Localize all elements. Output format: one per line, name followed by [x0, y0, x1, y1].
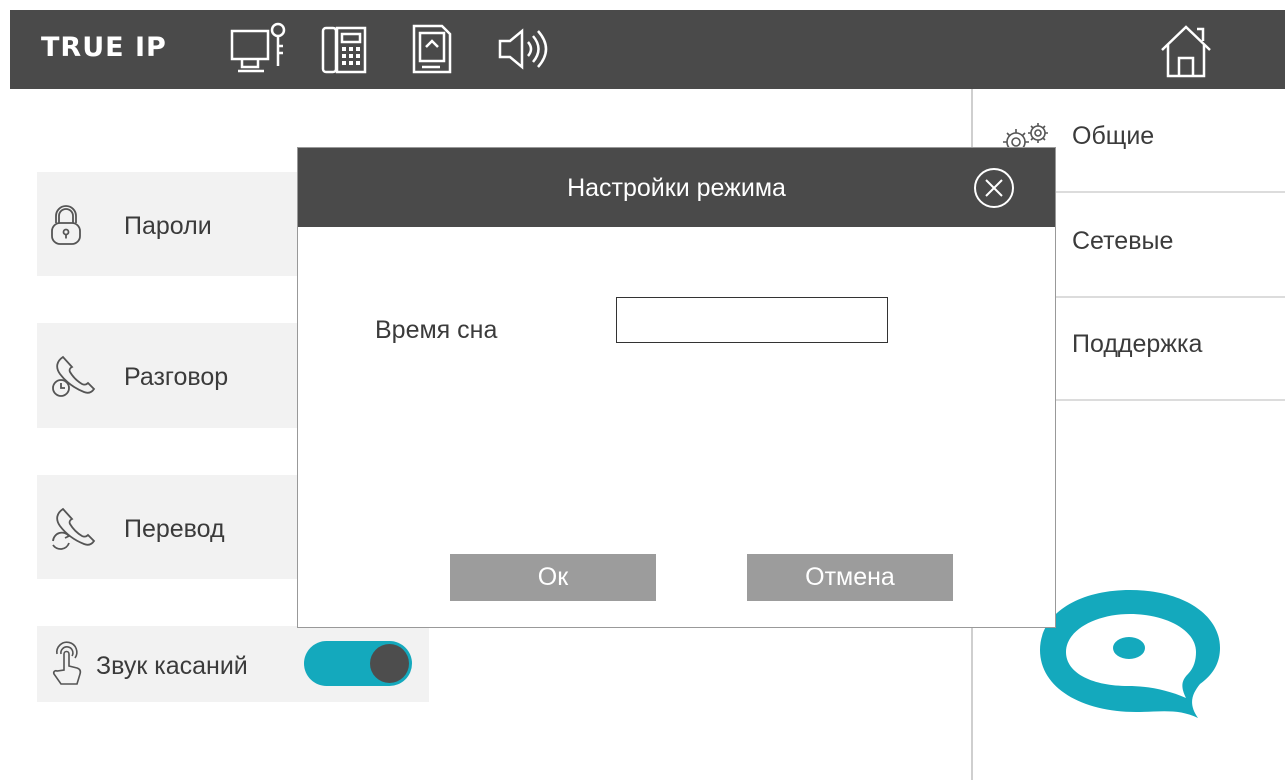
monitor-key-icon[interactable]: [228, 20, 290, 78]
brand-logo: [1038, 586, 1222, 727]
touch-sound-label: Звук касаний: [96, 652, 248, 680]
call-transfer-icon: [49, 505, 99, 556]
menu-item-transfer[interactable]: Перевод: [37, 475, 297, 579]
dialog-title: Настройки режима: [567, 174, 786, 202]
top-bar: TRUE IP: [10, 10, 1285, 89]
touch-sound-toggle[interactable]: [304, 641, 412, 686]
close-icon[interactable]: [973, 167, 1015, 209]
sleep-time-input[interactable]: [616, 297, 888, 343]
touch-sound-row: Звук касаний: [37, 626, 429, 702]
intercom-handset-icon[interactable]: [320, 20, 370, 78]
toggle-knob: [370, 644, 409, 683]
sleep-time-label: Время сна: [375, 316, 498, 344]
call-timer-icon: [49, 353, 99, 404]
ok-button[interactable]: Ок: [450, 554, 656, 601]
mode-settings-dialog: Настройки режима Время сна Ок Отмена: [297, 147, 1056, 628]
menu-item-label: Разговор: [124, 363, 229, 391]
menu-item-call[interactable]: Разговор: [37, 323, 297, 428]
menu-item-passwords[interactable]: Пароли: [37, 172, 297, 276]
touch-finger-icon: [49, 640, 83, 693]
nav-item-label: Сетевые: [1072, 227, 1174, 255]
dialog-header: Настройки режима: [298, 148, 1055, 227]
nav-item-label: Общие: [1072, 122, 1155, 150]
home-icon[interactable]: [1157, 22, 1215, 85]
speaker-icon[interactable]: [494, 20, 554, 78]
cancel-button[interactable]: Отмена: [747, 554, 953, 601]
menu-item-label: Перевод: [124, 515, 225, 543]
lock-icon: [49, 205, 83, 252]
sd-card-icon[interactable]: [408, 20, 454, 78]
menu-item-label: Пароли: [124, 212, 212, 240]
nav-item-label: Поддержка: [1072, 330, 1203, 358]
brand-title: TRUE IP: [41, 32, 167, 63]
